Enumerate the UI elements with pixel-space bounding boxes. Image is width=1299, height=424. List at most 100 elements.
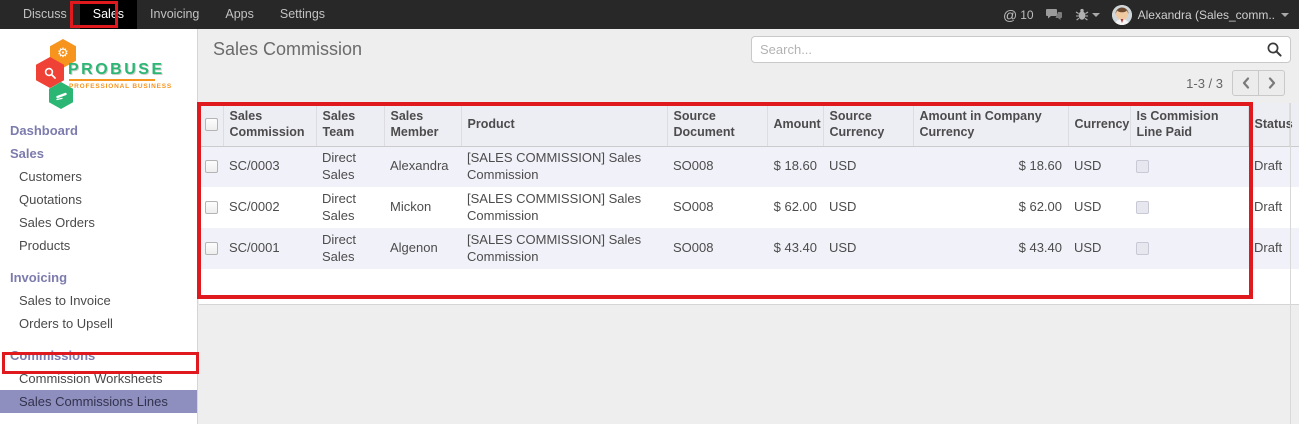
pager-next-button[interactable]	[1258, 70, 1285, 96]
col-header-sales-commission[interactable]: Sales Commission	[223, 103, 316, 146]
sidebar-item-dashboard[interactable]: Dashboard	[0, 119, 197, 142]
col-header-currency[interactable]: Currency	[1068, 103, 1130, 146]
cell-amount: $ 43.40	[767, 228, 823, 269]
cell-product: [SALES COMMISSION] Sales Commission	[461, 146, 667, 187]
table-right-border	[1290, 103, 1291, 424]
menu-apps[interactable]: Apps	[212, 0, 267, 29]
col-header-product[interactable]: Product	[461, 103, 667, 146]
sidebar-item-commission-worksheets[interactable]: Commission Worksheets	[0, 367, 197, 390]
cell-status: Draft	[1248, 146, 1289, 187]
cell-amount-company: $ 18.60	[913, 146, 1068, 187]
row-select-checkbox[interactable]	[205, 242, 218, 255]
menu-invoicing[interactable]: Invoicing	[137, 0, 212, 29]
row-select-checkbox[interactable]	[205, 201, 218, 214]
select-all-checkbox[interactable]	[205, 118, 218, 131]
col-header-sales-member[interactable]: Sales Member	[384, 103, 461, 146]
col-header-amount-company-currency[interactable]: Amount in Company Currency	[913, 103, 1068, 146]
cell-sales-member: Alexandra	[384, 146, 461, 187]
cell-is-paid	[1130, 228, 1248, 269]
bug-icon	[1075, 8, 1089, 21]
cell-sales-team: Direct Sales	[316, 187, 384, 228]
logo-tagline: PROFESSIONAL BUSINESS	[69, 79, 155, 90]
row-select-checkbox[interactable]	[205, 160, 218, 173]
cell-product: [SALES COMMISSION] Sales Commission	[461, 187, 667, 228]
cell-status: Draft	[1248, 187, 1289, 228]
debug-menu-button[interactable]	[1075, 8, 1100, 21]
cell-currency: USD	[1068, 228, 1130, 269]
search-box	[751, 36, 1291, 63]
cell-amount-company: $ 43.40	[913, 228, 1068, 269]
cell-sales-team: Direct Sales	[316, 146, 384, 187]
main-content: Sales Commission 1-3 / 3	[199, 29, 1299, 424]
col-header-is-commission-line-paid[interactable]: Is Commision Line Paid	[1130, 103, 1248, 146]
cell-is-paid	[1130, 187, 1248, 228]
cell-currency: USD	[1068, 146, 1130, 187]
cell-source-document: SO008	[667, 187, 767, 228]
chat-bubbles-icon	[1046, 8, 1063, 22]
menu-sales[interactable]: Sales	[80, 0, 137, 29]
commission-lines-table: Sales Commission Sales Team Sales Member…	[199, 103, 1299, 269]
pager-range: 1-3 / 3	[1186, 76, 1223, 91]
page-title: Sales Commission	[213, 39, 362, 60]
is-paid-checkbox	[1136, 242, 1149, 255]
sidebar-item-sales-orders[interactable]: Sales Orders	[0, 211, 197, 234]
cell-amount-company: $ 62.00	[913, 187, 1068, 228]
menu-settings[interactable]: Settings	[267, 0, 338, 29]
sidebar-item-products[interactable]: Products	[0, 234, 197, 257]
sidebar-item-sales-to-invoice[interactable]: Sales to Invoice	[0, 289, 197, 312]
cell-reference: SC/0001	[223, 228, 316, 269]
col-header-source-currency[interactable]: Source Currency	[823, 103, 913, 146]
cell-amount: $ 18.60	[767, 146, 823, 187]
cell-amount: $ 62.00	[767, 187, 823, 228]
sidebar: ⚙ PROBUSE PROFESSIONAL BUSINESS Dashboar…	[0, 29, 198, 424]
at-icon: @	[1003, 7, 1017, 23]
col-header-amount[interactable]: Amount	[767, 103, 823, 146]
col-header-status[interactable]: Status	[1248, 103, 1289, 146]
sidebar-section-commissions[interactable]: Commissions	[0, 344, 197, 367]
col-header-source-document[interactable]: Source Document	[667, 103, 767, 146]
cell-sales-team: Direct Sales	[316, 228, 384, 269]
caret-down-icon	[1092, 13, 1100, 17]
user-avatar	[1112, 5, 1132, 25]
cell-currency: USD	[1068, 187, 1130, 228]
sidebar-section-sales[interactable]: Sales	[0, 142, 197, 165]
sidebar-item-customers[interactable]: Customers	[0, 165, 197, 188]
chevron-right-icon	[1267, 76, 1277, 90]
table-row[interactable]: SC/0003 Direct Sales Alexandra [SALES CO…	[199, 146, 1299, 187]
search-input[interactable]	[752, 42, 1266, 57]
cell-reference: SC/0002	[223, 187, 316, 228]
cell-sales-member: Algenon	[384, 228, 461, 269]
cell-product: [SALES COMMISSION] Sales Commission	[461, 228, 667, 269]
logo-text: PROBUSE	[68, 61, 165, 79]
messages-button[interactable]	[1046, 8, 1063, 22]
table-row[interactable]: SC/0001 Direct Sales Algenon [SALES COMM…	[199, 228, 1299, 269]
pager: 1-3 / 3	[1186, 70, 1285, 96]
user-name: Alexandra (Sales_comm..	[1138, 8, 1275, 22]
caret-down-icon	[1281, 13, 1289, 17]
cell-source-currency: USD	[823, 187, 913, 228]
cell-source-currency: USD	[823, 228, 913, 269]
sidebar-item-quotations[interactable]: Quotations	[0, 188, 197, 211]
top-menu: Discuss Sales Invoicing Apps Settings	[0, 0, 338, 29]
mention-count: 10	[1020, 8, 1033, 22]
cell-source-currency: USD	[823, 146, 913, 187]
chevron-left-icon	[1241, 76, 1251, 90]
mentions-button[interactable]: @ 10	[1003, 7, 1034, 23]
cell-is-paid	[1130, 146, 1248, 187]
cell-reference: SC/0003	[223, 146, 316, 187]
col-header-sales-team[interactable]: Sales Team	[316, 103, 384, 146]
menu-discuss[interactable]: Discuss	[10, 0, 80, 29]
sidebar-item-orders-to-upsell[interactable]: Orders to Upsell	[0, 312, 197, 335]
topbar-right-tools: @ 10	[1003, 0, 1299, 29]
sidebar-nav: Dashboard Sales Customers Quotations Sal…	[0, 119, 197, 424]
cell-sales-member: Mickon	[384, 187, 461, 228]
table-row[interactable]: SC/0002 Direct Sales Mickon [SALES COMMI…	[199, 187, 1299, 228]
sidebar-section-invoicing[interactable]: Invoicing	[0, 266, 197, 289]
sidebar-item-sales-commissions-lines[interactable]: Sales Commissions Lines	[0, 390, 197, 413]
pager-previous-button[interactable]	[1232, 70, 1259, 96]
is-paid-checkbox	[1136, 160, 1149, 173]
search-icon[interactable]	[1266, 41, 1283, 58]
table-header-row: Sales Commission Sales Team Sales Member…	[199, 103, 1299, 146]
user-menu[interactable]: Alexandra (Sales_comm..	[1112, 5, 1289, 25]
top-navbar: Discuss Sales Invoicing Apps Settings @ …	[0, 0, 1299, 29]
